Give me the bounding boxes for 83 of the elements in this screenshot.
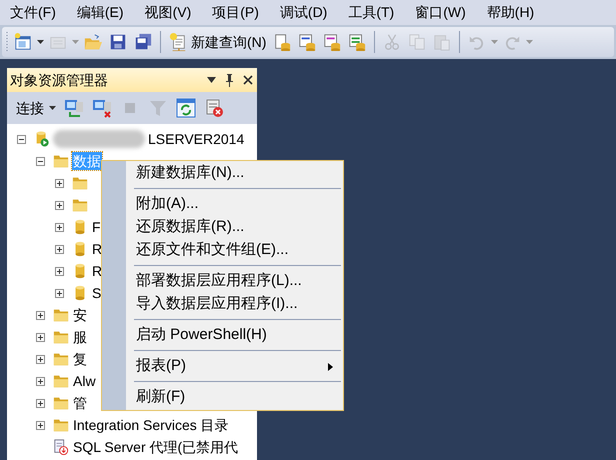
tree-item[interactable]: S	[91, 284, 102, 302]
mdx-query-icon	[298, 33, 316, 51]
menu-item[interactable]: 调试(D)	[278, 2, 328, 23]
expand-icon[interactable]	[36, 332, 45, 342]
collapse-icon[interactable]	[36, 156, 45, 166]
close-icon[interactable]	[243, 75, 253, 85]
expand-icon[interactable]	[36, 398, 45, 408]
menu-item[interactable]: 新建数据库(N)...	[102, 162, 343, 185]
tree-item[interactable]: Integration Services 目录	[72, 416, 230, 434]
folder-icon	[53, 395, 69, 411]
menu-item[interactable]: 启动 PowerShell(H)	[102, 324, 343, 347]
menu-item[interactable]: 报表(P)	[102, 355, 343, 378]
expand-icon[interactable]	[55, 178, 64, 188]
expand-icon[interactable]	[36, 376, 45, 386]
folder-icon	[53, 307, 69, 323]
dropdown-icon[interactable]	[207, 77, 216, 83]
menu-item[interactable]: 附加(A)...	[102, 193, 343, 216]
folder-icon	[53, 329, 69, 345]
collapse-icon[interactable]	[17, 134, 26, 144]
menu-item[interactable]: 工具(T)	[347, 2, 396, 23]
tree-item[interactable]: R	[91, 262, 104, 280]
expand-icon[interactable]	[55, 288, 64, 298]
menu-item[interactable]: 导入数据层应用程序(I)...	[102, 293, 343, 316]
database-query-icon	[273, 33, 292, 51]
pin-icon[interactable]	[225, 74, 234, 86]
menu-item[interactable]: 编辑(E)	[76, 2, 125, 23]
expand-icon[interactable]	[55, 266, 64, 276]
tree-item[interactable]: SQL Server 代理(已禁用代	[72, 438, 240, 456]
tree-item[interactable]: LSERVER2014	[147, 130, 246, 148]
stop-activity-icon	[204, 98, 224, 118]
filter-icon	[148, 98, 168, 118]
paste-icon	[433, 33, 452, 51]
tree-item[interactable]: 服	[72, 328, 88, 346]
new-query-icon	[169, 33, 187, 51]
expand-icon[interactable]	[36, 354, 45, 364]
cut-icon	[383, 33, 402, 51]
save-all-icon	[134, 33, 152, 51]
menu-item[interactable]: 还原文件和文件组(E)...	[102, 239, 343, 262]
expand-icon[interactable]	[36, 420, 45, 430]
tree-item[interactable]: F	[91, 218, 102, 236]
expand-icon[interactable]	[36, 310, 45, 320]
new-query-button[interactable]: 新建查询(N)	[167, 30, 268, 54]
tree-item[interactable]: 管	[72, 394, 88, 412]
expand-icon[interactable]	[55, 222, 64, 232]
menu-item[interactable]: 文件(F)	[9, 2, 57, 23]
menu-item[interactable]: 部署数据层应用程序(L)...	[102, 270, 343, 293]
server-icon	[34, 131, 50, 147]
folder-icon	[72, 197, 88, 213]
xmla-query-icon	[348, 33, 366, 51]
tree-item[interactable]: 安	[72, 306, 88, 324]
menu-item[interactable]: 项目(P)	[211, 2, 260, 23]
agent-icon	[53, 439, 69, 455]
folder-icon	[72, 175, 88, 191]
menu-item[interactable]: 还原数据库(R)...	[102, 216, 343, 239]
toolbar-button[interactable]	[64, 98, 84, 118]
menu-item[interactable]: 视图(V)	[144, 2, 192, 23]
expand-icon[interactable]	[55, 200, 64, 210]
expand-icon[interactable]	[55, 244, 64, 254]
panel-title: 对象资源管理器	[10, 70, 109, 90]
folder-icon	[53, 373, 69, 389]
folder-icon	[53, 351, 69, 367]
connect-icon	[64, 98, 84, 118]
menu-item[interactable]: 窗口(W)	[414, 2, 467, 23]
tree-item[interactable]: R	[91, 240, 104, 258]
toolbar-grip[interactable]	[6, 31, 9, 53]
dmx-query-icon	[323, 33, 342, 51]
folder-icon	[53, 153, 69, 169]
tree-item[interactable]: Alw	[72, 372, 97, 390]
copy-icon	[408, 33, 426, 51]
refresh-icon	[176, 98, 196, 118]
toolbar-button[interactable]	[204, 98, 224, 118]
open-folder-icon	[84, 33, 102, 51]
menu-item[interactable]: 帮助(H)	[486, 2, 536, 23]
toolbar-button[interactable]	[176, 98, 196, 118]
folder-icon	[53, 417, 69, 433]
toolbar-button[interactable]	[92, 98, 112, 118]
disconnect-icon	[92, 98, 112, 118]
save-icon	[109, 33, 127, 51]
menu-item[interactable]: 刷新(F)	[102, 386, 343, 409]
tree-item[interactable]: 复	[72, 350, 88, 368]
dropdown-arrow-icon[interactable]	[37, 40, 44, 44]
connect-button[interactable]: 连接	[16, 98, 56, 118]
new-project-icon	[14, 33, 32, 51]
